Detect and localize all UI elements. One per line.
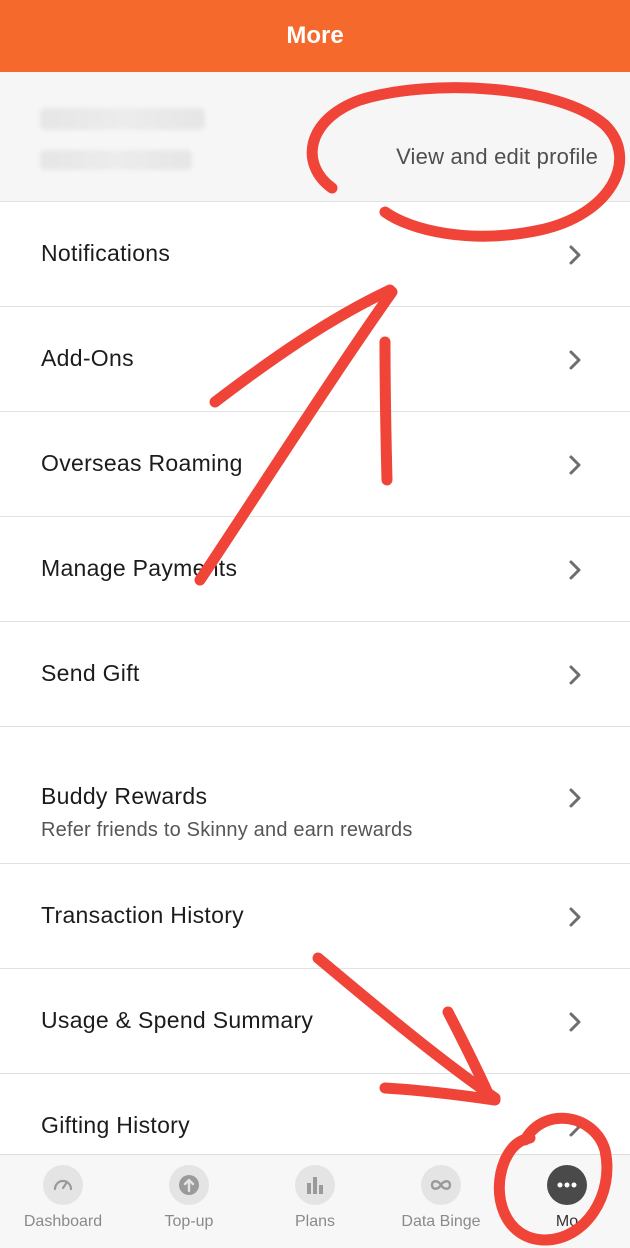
tab-label: Data Binge xyxy=(401,1213,481,1230)
tab-plans[interactable]: Plans xyxy=(252,1155,378,1248)
chevron-right-icon xyxy=(568,244,582,266)
tab-label: Dashboard xyxy=(23,1213,103,1230)
tab-label: Plans xyxy=(294,1213,336,1230)
tab-label: Mo xyxy=(555,1213,579,1230)
tab-label: Top-up xyxy=(164,1213,214,1230)
menu-item-label: Overseas Roaming xyxy=(41,450,243,476)
menu-item-add-ons[interactable]: Add-Ons xyxy=(0,307,630,412)
menu-item-buddy-rewards[interactable]: Buddy Rewards Refer friends to Skinny an… xyxy=(0,727,630,864)
profile-section[interactable]: View and edit profile xyxy=(0,72,630,202)
menu-item-label: Notifications xyxy=(41,240,171,266)
menu-item-label: Transaction History xyxy=(41,902,244,928)
tab-top-up[interactable]: Top-up xyxy=(126,1155,252,1248)
more-dots-icon xyxy=(547,1165,587,1205)
tab-more[interactable]: Mo xyxy=(504,1155,630,1248)
tab-dashboard[interactable]: Dashboard xyxy=(0,1155,126,1248)
infinity-icon xyxy=(421,1165,461,1205)
menu-item-label: Gifting History xyxy=(41,1112,190,1138)
arrow-up-icon xyxy=(169,1165,209,1205)
chevron-right-icon xyxy=(568,906,582,928)
menu-item-transaction-history[interactable]: Transaction History xyxy=(0,864,630,969)
menu-item-label: Manage Payments xyxy=(41,555,238,581)
menu-item-notifications[interactable]: Notifications xyxy=(0,202,630,307)
page-header: More xyxy=(0,0,630,72)
page-title: More xyxy=(286,22,344,49)
chevron-right-icon xyxy=(568,1011,582,1033)
bar-chart-icon xyxy=(295,1165,335,1205)
blurred-user-name xyxy=(40,108,205,130)
menu-item-subtitle: Refer friends to Skinny and earn rewards xyxy=(41,819,413,841)
bottom-tab-bar: Dashboard Top-up Plans Data Binge Mo xyxy=(0,1154,630,1248)
chevron-right-icon xyxy=(568,787,582,809)
chevron-right-icon xyxy=(568,664,582,686)
menu-item-manage-payments[interactable]: Manage Payments xyxy=(0,517,630,622)
tab-data-binge[interactable]: Data Binge xyxy=(378,1155,504,1248)
menu-item-usage-spend-summary[interactable]: Usage & Spend Summary xyxy=(0,969,630,1074)
menu-item-send-gift[interactable]: Send Gift xyxy=(0,622,630,727)
blurred-user-number xyxy=(40,150,192,170)
chevron-right-icon xyxy=(568,349,582,371)
view-edit-profile-link[interactable]: View and edit profile xyxy=(396,144,598,170)
chevron-right-icon xyxy=(568,454,582,476)
chevron-right-icon xyxy=(568,559,582,581)
chevron-right-icon xyxy=(568,1116,582,1138)
menu-item-label: Usage & Spend Summary xyxy=(41,1007,314,1033)
menu-item-label: Add-Ons xyxy=(41,345,134,371)
menu-item-label: Send Gift xyxy=(41,660,140,686)
menu-item-overseas-roaming[interactable]: Overseas Roaming xyxy=(0,412,630,517)
speedometer-icon xyxy=(43,1165,83,1205)
menu-item-label: Buddy Rewards xyxy=(41,783,208,809)
more-menu-list: Notifications Add-Ons Overseas Roaming M… xyxy=(0,202,630,1179)
